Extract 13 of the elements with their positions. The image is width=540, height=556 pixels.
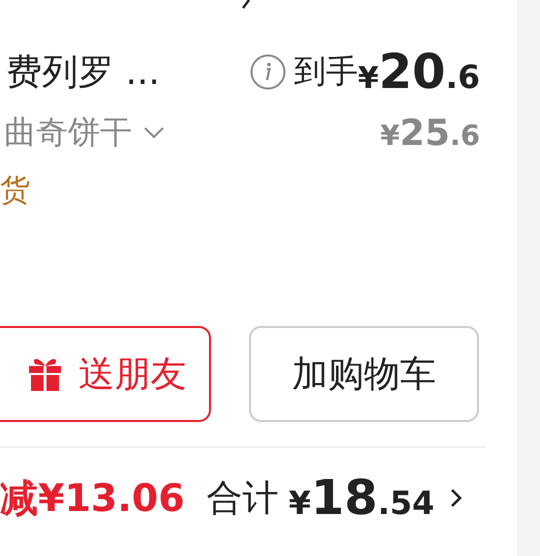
product-tag: 货 <box>0 170 30 210</box>
product-title: 费列罗 ... <box>6 50 160 94</box>
add-to-cart-button[interactable]: 加购物车 <box>249 326 479 422</box>
discount-amount: 减¥13.06 <box>0 474 185 522</box>
original-price: ¥25.6 <box>380 112 480 154</box>
chevron-down-icon[interactable] <box>144 127 164 139</box>
variant-selector[interactable]: 曲奇饼干 <box>0 111 164 155</box>
total-label: 合计 <box>206 476 279 520</box>
info-icon[interactable] <box>250 54 286 90</box>
total-price: ¥18.54 <box>288 470 434 526</box>
final-price: ¥20.6 <box>358 44 480 100</box>
gift-friend-button[interactable]: 送朋友 <box>0 326 211 422</box>
price-label: 到手 <box>294 51 358 92</box>
